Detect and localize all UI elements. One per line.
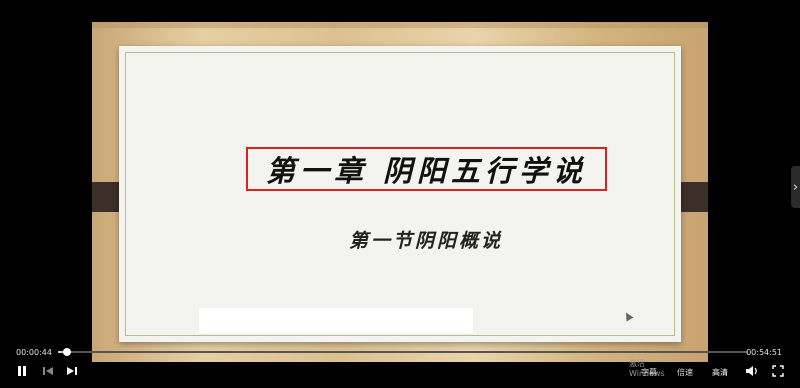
caption-bar bbox=[199, 308, 473, 333]
progress-bar[interactable] bbox=[58, 348, 748, 356]
chevron-right-icon: › bbox=[792, 179, 799, 195]
play-pause-button[interactable] bbox=[14, 363, 30, 379]
next-button[interactable] bbox=[64, 363, 80, 379]
current-time: 00:00:44 bbox=[16, 348, 52, 357]
slide-subtitle: 第一节阴阳概说 bbox=[349, 230, 504, 252]
speed-button[interactable]: 倍速 bbox=[677, 367, 693, 378]
video-player[interactable]: 第一章 阴阳五行学说 第一节阴阳概说 激活 Windows › 00:00:44… bbox=[0, 0, 800, 388]
slide-title: 第一章 阴阳五行学说 bbox=[265, 154, 588, 188]
slide-inner-border bbox=[125, 52, 675, 336]
slide-frame: 第一章 阴阳五行学说 第一节阴阳概说 激活 Windows bbox=[92, 22, 708, 378]
fullscreen-icon bbox=[772, 365, 784, 377]
fullscreen-button[interactable] bbox=[770, 363, 786, 379]
duration-time: 00:54:51 bbox=[746, 348, 782, 357]
skip-next-icon bbox=[67, 367, 77, 375]
slide-title-box: 第一章 阴阳五行学说 bbox=[246, 147, 607, 191]
quality-button[interactable]: 高清 bbox=[712, 367, 728, 378]
pause-icon bbox=[18, 366, 26, 376]
skip-previous-icon bbox=[43, 367, 53, 375]
volume-button[interactable] bbox=[744, 363, 760, 379]
side-next-button[interactable]: › bbox=[791, 166, 800, 208]
player-controls: 00:00:44 00:54:51 字幕 倍速 高清 bbox=[0, 338, 800, 388]
subtitle-button[interactable]: 字幕 bbox=[641, 367, 657, 378]
slide-paper: 第一章 阴阳五行学说 第一节阴阳概说 激活 Windows bbox=[119, 46, 681, 378]
progress-knob[interactable] bbox=[63, 348, 72, 356]
volume-icon bbox=[746, 366, 757, 376]
previous-button[interactable] bbox=[40, 363, 56, 379]
frame-top-edge bbox=[92, 22, 708, 28]
